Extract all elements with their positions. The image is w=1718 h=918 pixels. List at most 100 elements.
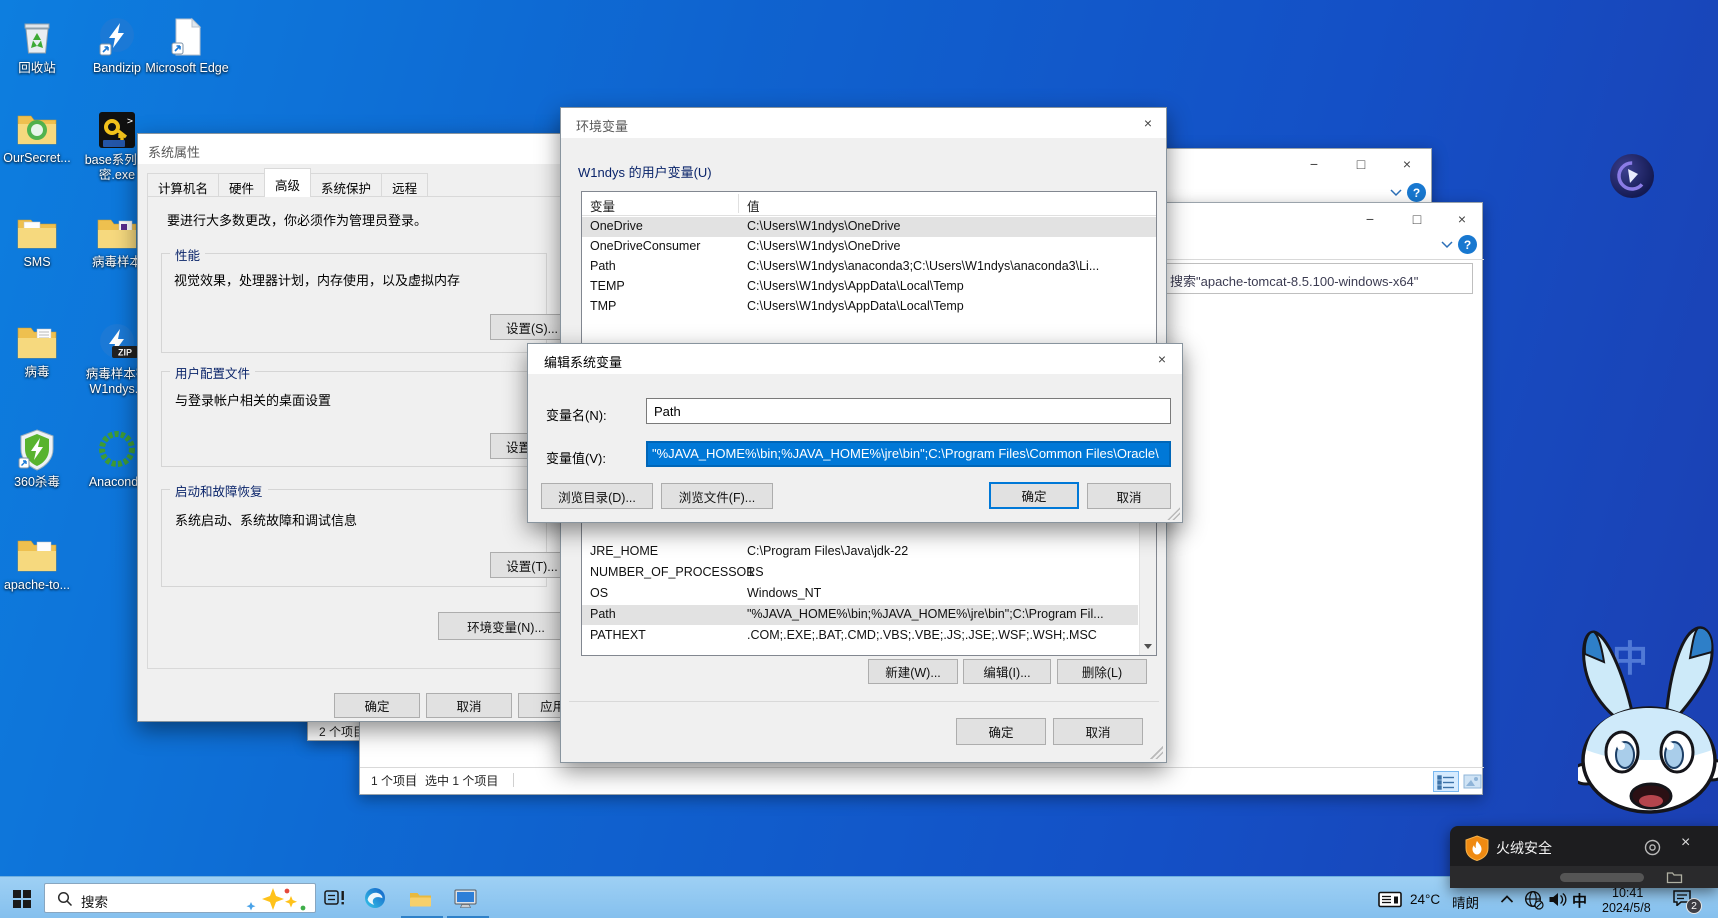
chevron-down-icon[interactable] (1440, 241, 1454, 249)
volume-icon[interactable] (1548, 891, 1568, 908)
clock-time[interactable]: 10:41 (1612, 886, 1643, 900)
notification-count-badge[interactable]: 2 (1686, 898, 1702, 914)
ime-indicator[interactable]: 中 (1572, 890, 1587, 911)
explorer-search-box[interactable]: 搜索"apache-tomcat-8.5.100-windows-x64" (1163, 263, 1473, 294)
notification-second-row[interactable] (1450, 866, 1718, 888)
app-logo-icon[interactable] (1610, 154, 1654, 198)
icon-label: OurSecret... (0, 151, 80, 166)
tab-remote[interactable]: 远程 (381, 173, 428, 197)
tray-expand-chevron-icon[interactable] (1500, 895, 1514, 904)
table-row[interactable]: Path"%JAVA_HOME%\bin;%JAVA_HOME%\jre\bin… (582, 605, 1138, 625)
tab-system-protection[interactable]: 系统保护 (310, 173, 382, 197)
table-row[interactable]: OneDriveConsumerC:\Users\W1ndys\OneDrive (582, 237, 1156, 257)
user-vars-label: W1ndys 的用户变量(U) (578, 162, 712, 181)
system-properties-dialog: 系统属性 计算机名 硬件 高级 系统保护 远程 要进行大多数更改，你必须作为管理… (137, 133, 569, 722)
weather-condition[interactable]: 晴朗 (1452, 892, 1479, 912)
huorong-notification: 火绒安全 × (1450, 826, 1718, 888)
details-view-button[interactable] (1433, 771, 1459, 792)
table-scrollbar[interactable] (1139, 521, 1156, 655)
desktop-icon-apache-tomcat[interactable]: apache-to... (0, 535, 80, 593)
cancel-button[interactable]: 取消 (1087, 483, 1171, 509)
clock-date[interactable]: 2024/5/8 (1602, 901, 1651, 915)
cancel-button[interactable]: 取消 (426, 693, 512, 718)
browse-directory-button[interactable]: 浏览目录(D)... (541, 483, 653, 509)
bandizip-icon (96, 16, 138, 58)
close-icon[interactable]: × (1152, 351, 1172, 367)
weather-temperature[interactable]: 24°C (1410, 892, 1440, 907)
notification-title: 火绒安全 (1496, 838, 1552, 858)
delete-variable-button[interactable]: 删除(L) (1057, 659, 1147, 684)
desktop-icon-oursecret[interactable]: OurSecret... (0, 110, 80, 166)
edge-taskbar-icon[interactable] (364, 887, 386, 909)
folder-documents-icon (95, 214, 139, 252)
table-header[interactable]: 变量 值 (582, 192, 1156, 216)
scroll-down-button[interactable] (1140, 638, 1157, 655)
help-icon[interactable]: ? (1458, 235, 1477, 254)
system-variables-table[interactable]: JRE_HOMEC:\Program Files\Java\jdk-22 NUM… (581, 520, 1157, 656)
folder-documents-icon (15, 322, 59, 362)
icon-label: SMS (0, 255, 80, 270)
task-view-icon[interactable] (324, 889, 346, 907)
tab-hardware[interactable]: 硬件 (218, 173, 265, 197)
tab-computer-name[interactable]: 计算机名 (147, 173, 219, 197)
desktop-icon-sms[interactable]: SMS (0, 214, 80, 270)
admin-note: 要进行大多数更改，你必须作为管理员登录。 (167, 210, 427, 229)
group-legend: 用户配置文件 (170, 363, 255, 382)
svg-text:>: > (127, 116, 133, 127)
table-row[interactable]: PATHEXT.COM;.EXE;.BAT;.CMD;.VBS;.VBE;.JS… (582, 626, 1138, 646)
column-value[interactable]: 值 (747, 196, 760, 215)
desktop-icon-microsoft-edge[interactable]: Microsoft Edge (144, 16, 230, 76)
search-placeholder: 搜索 (81, 891, 108, 911)
ok-button[interactable]: 确定 (989, 482, 1079, 509)
user-variables-table[interactable]: 变量 值 OneDriveC:\Users\W1ndys\OneDrive On… (581, 191, 1157, 349)
help-icon[interactable]: ? (1407, 183, 1426, 202)
resize-grip[interactable] (1150, 746, 1163, 759)
table-row[interactable]: OSWindows_NT (582, 584, 1156, 604)
table-row[interactable]: OneDriveC:\Users\W1ndys\OneDrive (582, 217, 1156, 237)
maximize-icon[interactable]: □ (1351, 156, 1371, 172)
chevron-down-icon[interactable] (1389, 189, 1403, 197)
minimize-icon[interactable]: − (1360, 211, 1380, 227)
zip-badge-text: ZIP (118, 348, 132, 358)
copilot-sparkle-icon (243, 886, 313, 912)
close-icon[interactable]: × (1681, 834, 1690, 852)
system-app-taskbar-icon[interactable] (454, 889, 478, 909)
column-variable[interactable]: 变量 (590, 196, 615, 215)
desktop-icon-360[interactable]: 360杀毒 (0, 428, 80, 490)
search-input-text: 搜索"apache-tomcat-8.5.100-windows-x64" (1170, 271, 1418, 290)
news-weather-tray-icon[interactable] (1378, 891, 1403, 909)
ok-button[interactable]: 确定 (334, 693, 420, 718)
cancel-button[interactable]: 取消 (1053, 718, 1143, 745)
resize-grip[interactable] (1167, 507, 1180, 520)
settings-icon[interactable] (1644, 839, 1661, 856)
table-row[interactable]: PathC:\Users\W1ndys\anaconda3;C:\Users\W… (582, 257, 1156, 277)
file-explorer-taskbar-icon[interactable] (409, 890, 432, 908)
environment-variables-button[interactable]: 环境变量(N)... (438, 612, 574, 640)
close-icon[interactable]: × (1452, 211, 1472, 227)
desktop-icon-recycle-bin[interactable]: 回收站 (0, 16, 80, 76)
variable-name-label: 变量名(N): (546, 405, 607, 424)
close-icon[interactable]: × (1397, 156, 1417, 172)
minimize-icon[interactable]: − (1304, 156, 1324, 172)
tab-advanced[interactable]: 高级 (264, 168, 311, 197)
variable-value-field[interactable]: "%JAVA_HOME%\bin;%JAVA_HOME%\jre\bin";C:… (646, 441, 1171, 467)
maximize-icon[interactable]: □ (1407, 211, 1427, 227)
new-variable-button[interactable]: 新建(W)... (868, 659, 958, 684)
variable-name-field[interactable]: Path (646, 398, 1171, 424)
folder-icon (1666, 870, 1683, 884)
table-row[interactable]: TEMPC:\Users\W1ndys\AppData\Local\Temp (582, 277, 1156, 297)
dialog-title: 编辑系统变量 (544, 352, 622, 371)
thumbnail-view-button[interactable] (1462, 771, 1484, 792)
edit-variable-button[interactable]: 编辑(I)... (963, 659, 1051, 684)
browse-file-button[interactable]: 浏览文件(F)... (661, 483, 773, 509)
exe-key-icon: > (95, 110, 139, 150)
network-globe-icon[interactable] (1524, 890, 1544, 910)
start-button-icon[interactable] (13, 890, 31, 908)
table-row[interactable]: NUMBER_OF_PROCESSORS1 (582, 563, 1156, 583)
table-row[interactable]: JRE_HOMEC:\Program Files\Java\jdk-22 (582, 542, 1156, 562)
ok-button[interactable]: 确定 (956, 718, 1046, 745)
table-row[interactable]: TMPC:\Users\W1ndys\AppData\Local\Temp (582, 297, 1156, 317)
desktop-icon-virus-folder[interactable]: 病毒 (0, 322, 80, 380)
close-icon[interactable]: × (1138, 115, 1158, 131)
taskbar-search-box[interactable]: 搜索 (44, 883, 316, 913)
